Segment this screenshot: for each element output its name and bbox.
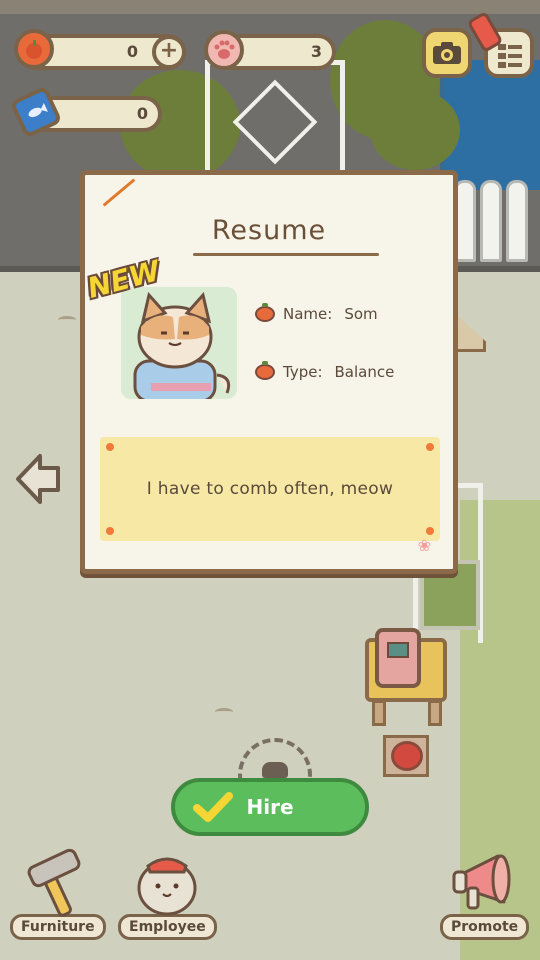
stool[interactable] — [383, 735, 429, 777]
add-apples-button[interactable]: + — [152, 35, 186, 69]
type-label: Type: — [283, 363, 323, 381]
fish-ticket-count: 0 — [136, 104, 148, 123]
megaphone-icon — [448, 848, 522, 918]
apple-count: 0 — [126, 42, 138, 61]
camera-button[interactable] — [422, 28, 472, 78]
nav-employee[interactable]: Employee — [118, 848, 217, 940]
title-underline — [193, 253, 379, 256]
cat-portrait — [121, 287, 237, 399]
apple-glyph — [26, 40, 42, 59]
hire-button[interactable]: Hire — [171, 778, 369, 836]
computer-screen — [387, 642, 409, 658]
nav-furniture[interactable]: Furniture — [10, 848, 106, 940]
wall-top-trim — [0, 0, 540, 14]
hire-label: Hire — [246, 795, 294, 819]
desk-leg — [428, 700, 442, 726]
previous-candidate-button[interactable] — [14, 452, 62, 506]
cat-avatar — [133, 291, 231, 399]
paw-icon — [204, 30, 244, 70]
tree-foliage — [370, 90, 460, 170]
desk-leg — [372, 700, 386, 726]
note-pin — [106, 443, 114, 451]
note-pin — [426, 527, 434, 535]
computer[interactable] — [375, 628, 421, 688]
hammer-icon — [21, 848, 95, 918]
type-row: Type: Balance — [255, 361, 395, 381]
nav-promote[interactable]: Promote — [440, 848, 530, 940]
white-fence — [450, 180, 540, 262]
fence-picket — [506, 180, 528, 262]
pencil-mark — [102, 178, 136, 207]
apple-icon — [14, 29, 54, 69]
note-pin — [106, 527, 114, 535]
type-value: Balance — [334, 363, 395, 381]
quote-note: I have to comb often, meow — [100, 437, 440, 541]
name-row: Name: Som — [255, 303, 378, 323]
resume-card: Resume NEW Name: Som Type: Balance I hav… — [80, 170, 458, 574]
quote-text: I have to comb often, meow — [146, 479, 394, 499]
paw-count: 3 — [310, 42, 322, 61]
tomato-icon — [255, 361, 275, 380]
resume-title: Resume — [211, 215, 327, 246]
note-pin — [426, 443, 434, 451]
stool-cushion — [391, 741, 423, 771]
left-arrow-icon — [16, 454, 60, 504]
paw-stamp-icon: ❀ — [417, 536, 431, 555]
seat-slot-marker — [262, 762, 288, 778]
camera-icon — [433, 42, 461, 64]
paw-glyph — [214, 40, 235, 59]
checkmark-icon — [193, 792, 233, 822]
floor-mark — [215, 708, 233, 716]
fence-picket — [480, 180, 502, 262]
name-value: Som — [344, 305, 378, 323]
tomato-icon — [255, 303, 275, 322]
cat-employee-icon — [130, 848, 204, 918]
floor-mark — [58, 316, 76, 324]
name-label: Name: — [283, 305, 333, 323]
fish-glyph — [28, 102, 49, 118]
